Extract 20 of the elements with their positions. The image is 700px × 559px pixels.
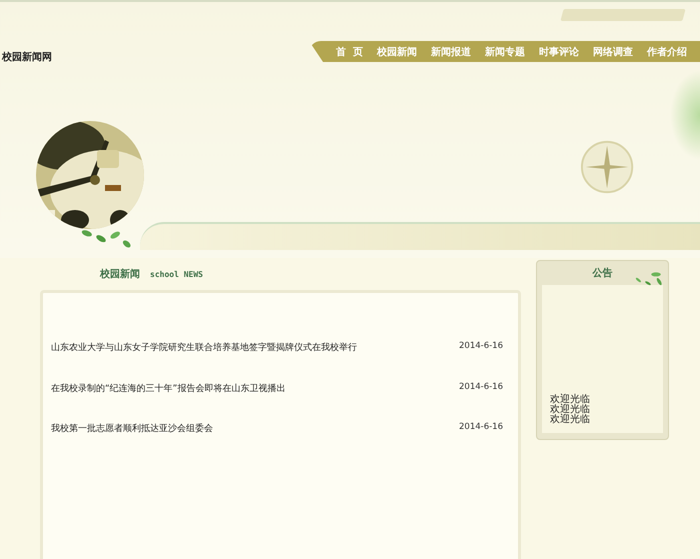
notice-text: 欢迎光临 — [550, 395, 590, 405]
nav-link[interactable]: 新闻报道 — [424, 44, 478, 58]
section-subtitle: school NEWS — [150, 270, 203, 278]
nav-link[interactable]: 作者介绍 — [640, 44, 694, 58]
notice-text: 欢迎光临 — [550, 415, 590, 425]
news-date: 2014-6-16 — [459, 382, 503, 392]
news-link[interactable]: 在我校录制的“纪连海的三十年”报告会即将在山东卫视播出 — [51, 382, 286, 394]
news-link[interactable]: 山东农业大学与山东女子学院研究生联合培养基地签字暨揭牌仪式在我校举行 — [51, 341, 357, 354]
nav-link[interactable]: 时事评论 — [532, 44, 586, 58]
nav-link[interactable]: 首 页 — [329, 44, 370, 58]
news-date: 2014-6-16 — [459, 422, 503, 432]
section-title: 校园新闻 — [100, 267, 140, 281]
nav-link[interactable]: 网络调查 — [586, 44, 640, 58]
notice-title: 公告 — [592, 266, 612, 280]
news-date: 2014-6-16 — [459, 341, 503, 351]
news-link[interactable]: 我校第一批志愿者顺利抵达亚沙会组委会 — [51, 422, 213, 435]
site-title: 校园新闻网 — [2, 50, 52, 64]
nav-link[interactable]: 校园新闻 — [370, 44, 424, 58]
notice-text: 欢迎光临 — [550, 405, 590, 415]
nav-link[interactable]: 新闻专题 — [478, 44, 532, 58]
